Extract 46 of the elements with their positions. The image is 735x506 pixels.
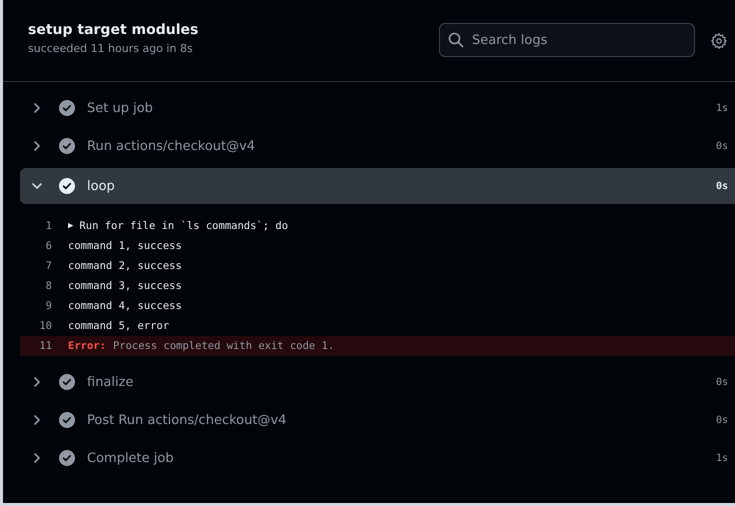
check-circle-icon	[59, 138, 75, 154]
settings-icon[interactable]	[711, 32, 727, 48]
check-circle-icon	[59, 178, 75, 194]
line-number: 6	[44, 240, 53, 252]
line-number: 11	[38, 340, 53, 352]
step-name: loop	[87, 178, 116, 194]
step-name: Post Run actions/checkout@v4	[87, 412, 288, 428]
chevron-icon	[31, 180, 43, 192]
line-number: 9	[44, 300, 53, 312]
step-row[interactable]: Complete job 1s	[20, 440, 735, 476]
step-row[interactable]: finalize 0s	[20, 364, 735, 400]
step-name: Complete job	[87, 450, 175, 466]
step-row[interactable]: Set up job 1s	[20, 90, 735, 126]
log-text: command 2, success	[68, 260, 182, 272]
check-circle-icon	[59, 412, 75, 428]
log-text: command 3, success	[68, 280, 182, 292]
log-text: Run for file in `ls commands`; do	[79, 220, 288, 232]
step-duration: 0s	[716, 376, 728, 388]
chevron-icon	[31, 376, 43, 388]
step-duration: 1s	[716, 102, 728, 114]
step-duration: 1s	[716, 452, 728, 464]
step-row[interactable]: Post Run actions/checkout@v4 0s	[20, 402, 735, 438]
check-circle-icon	[59, 374, 75, 390]
step-duration: 0s	[716, 180, 728, 192]
step-duration: 0s	[716, 140, 728, 152]
step-name: Set up job	[87, 100, 154, 116]
log-text: Process completed with exit code 1.	[112, 340, 334, 352]
step-name: Run actions/checkout@v4	[87, 138, 256, 154]
log-text: command 4, success	[68, 300, 182, 312]
line-number: 1	[44, 220, 53, 232]
step-name: finalize	[87, 374, 134, 390]
error-prefix: Error:	[68, 340, 106, 352]
check-circle-icon	[59, 100, 75, 116]
line-number: 10	[38, 320, 53, 332]
line-number: 8	[44, 280, 53, 292]
step-row[interactable]: Run actions/checkout@v4 0s	[20, 128, 735, 164]
step-row[interactable]: loop 0s	[20, 168, 735, 204]
expand-marker[interactable]: ▶	[68, 221, 74, 231]
log-text: command 1, success	[68, 240, 182, 252]
job-summary: succeeded 11 hours ago in 8s	[28, 42, 194, 55]
check-circle-icon	[59, 450, 75, 466]
job-title: setup target modules	[28, 22, 200, 38]
search-field[interactable]: Search logs	[439, 23, 695, 57]
log-text: command 5, error	[68, 320, 170, 332]
step-duration: 0s	[716, 414, 728, 426]
line-number: 7	[44, 260, 53, 272]
